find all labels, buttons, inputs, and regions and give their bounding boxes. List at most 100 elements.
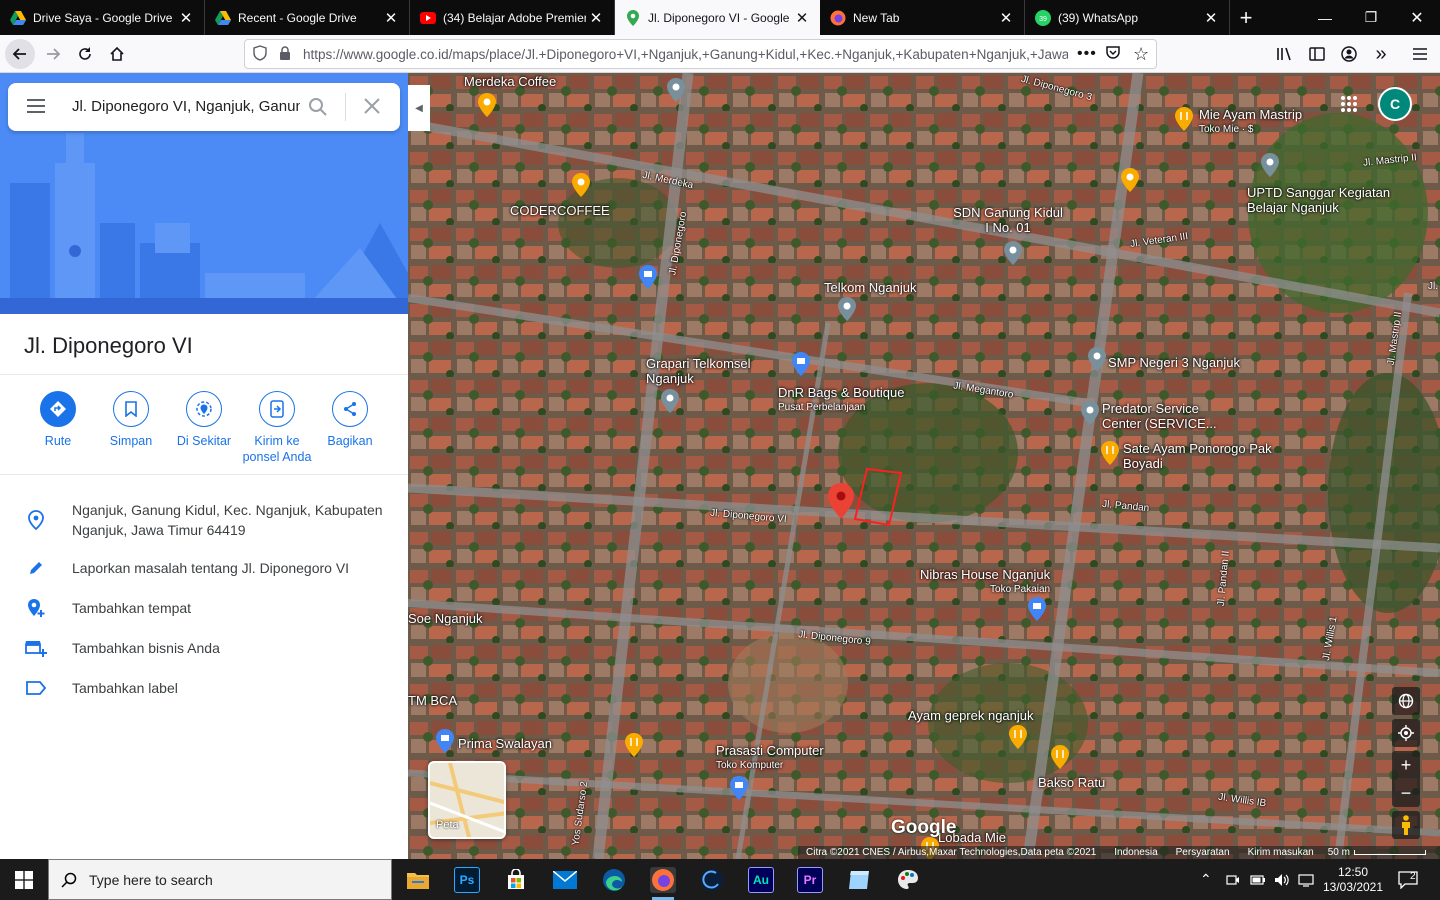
close-tab-icon[interactable]: ✕ (176, 9, 196, 27)
place-label[interactable]: Sate Ayam Ponorogo Pak Boyadi (1123, 441, 1273, 471)
pocket-icon[interactable] (1105, 45, 1121, 64)
account-icon[interactable] (1334, 39, 1364, 69)
volume-icon[interactable] (1274, 859, 1290, 900)
terms-link[interactable]: Persyaratan (1176, 847, 1230, 858)
home-button[interactable] (102, 39, 132, 69)
scale-label[interactable]: 50 m (1328, 847, 1350, 858)
file-explorer-icon[interactable] (405, 867, 431, 893)
place-label[interactable]: TM BCA (408, 693, 457, 708)
minimize-window-button[interactable]: — (1302, 0, 1348, 35)
place-label[interactable]: Prima Swalayan (458, 736, 552, 751)
school-pin-icon[interactable] (1088, 347, 1106, 371)
send-to-phone-button[interactable]: Kirim ke ponsel Anda (241, 391, 313, 465)
selected-location-marker-icon[interactable] (828, 483, 854, 519)
cafe-pin-icon[interactable] (1121, 168, 1139, 192)
shopping-pin-icon[interactable] (730, 776, 748, 800)
bookmark-star-icon[interactable]: ☆ (1133, 44, 1149, 65)
zoom-in-button[interactable]: + (1392, 751, 1420, 779)
directions-button[interactable]: Rute (22, 391, 94, 449)
close-tab-icon[interactable]: ✕ (586, 9, 606, 27)
tab-whatsapp[interactable]: 39 (39) WhatsApp ✕ (1025, 0, 1230, 35)
place-label[interactable]: Predator Service Center (SERVICE... (1102, 401, 1230, 431)
place-label[interactable]: Bakso Ratu (1038, 775, 1105, 790)
notes-icon[interactable] (846, 867, 872, 893)
place-label[interactable]: Merdeka Coffee (464, 74, 556, 89)
shield-icon[interactable] (253, 44, 267, 64)
hamburger-menu-icon[interactable] (1405, 39, 1435, 69)
forward-button[interactable] (38, 39, 68, 69)
place-pin-icon[interactable] (838, 297, 856, 321)
premiere-icon[interactable]: Pr (797, 867, 823, 893)
restaurant-pin-icon[interactable] (1009, 725, 1027, 749)
close-tab-icon[interactable]: ✕ (996, 9, 1016, 27)
place-label[interactable]: Grapari Telkomsel Nganjuk (646, 356, 766, 386)
library-icon[interactable] (1270, 39, 1300, 69)
place-label[interactable]: Ayam geprek nganjuk (908, 708, 1034, 723)
restaurant-pin-icon[interactable] (1101, 441, 1119, 465)
account-avatar[interactable]: C (1378, 87, 1412, 121)
school-pin-icon[interactable] (1261, 153, 1279, 177)
overflow-menu-icon[interactable]: » (1366, 39, 1396, 69)
battery-icon[interactable] (1250, 859, 1266, 900)
place-label[interactable]: Mie Ayam Mastrip Toko Mie · $ (1199, 107, 1302, 137)
nearby-button[interactable]: Di Sekitar (168, 391, 240, 449)
tab-recent-drive[interactable]: Recent - Google Drive ✕ (205, 0, 410, 35)
network-icon[interactable] (1298, 859, 1314, 900)
street-view-pegman-button[interactable] (1392, 811, 1420, 839)
page-actions-icon[interactable]: ••• (1077, 45, 1097, 63)
tab-youtube[interactable]: (34) Belajar Adobe Premiere ✕ (410, 0, 615, 35)
my-location-button[interactable] (1392, 719, 1420, 747)
firefox-icon[interactable] (650, 867, 676, 893)
clear-search-icon[interactable] (363, 97, 381, 120)
photoshop-icon[interactable]: Ps (454, 867, 480, 893)
tab-drive-saya[interactable]: Drive Saya - Google Drive ✕ (0, 0, 205, 35)
satellite-map[interactable]: Jl. Diponegoro 3 Jl. Merdeka Jl. Diponeg… (408, 73, 1440, 859)
start-button[interactable] (0, 859, 48, 900)
share-button[interactable]: Bagikan (314, 391, 386, 449)
mail-icon[interactable] (552, 867, 578, 893)
place-pin-icon[interactable] (1081, 401, 1099, 425)
place-pin-icon[interactable] (661, 389, 679, 413)
country-label[interactable]: Indonesia (1114, 847, 1157, 858)
back-button[interactable] (5, 39, 35, 69)
menu-icon[interactable] (26, 98, 46, 119)
shopping-pin-icon[interactable] (1028, 597, 1046, 621)
search-input[interactable]: Jl. Diponegoro VI, Nganjuk, Ganung Kidul (72, 98, 300, 115)
tab-google-maps[interactable]: Jl. Diponegoro VI - Google Maps ✕ (615, 0, 820, 35)
audition-icon[interactable]: Au (748, 867, 774, 893)
tab-new-tab[interactable]: New Tab ✕ (820, 0, 1025, 35)
meet-now-icon[interactable] (1226, 859, 1240, 900)
place-pin-icon[interactable] (667, 78, 685, 102)
reload-button[interactable] (70, 39, 100, 69)
lock-icon[interactable] (279, 45, 291, 63)
collapse-panel-button[interactable]: ◀ (408, 85, 430, 131)
cafe-pin-icon[interactable] (478, 93, 496, 117)
zoom-out-button[interactable]: − (1392, 779, 1420, 807)
taskbar-search-box[interactable]: Type here to search (48, 859, 392, 900)
shopping-pin-icon[interactable] (436, 729, 454, 753)
address-bar[interactable]: https://www.google.co.id/maps/place/Jl.+… (244, 39, 1157, 69)
restaurant-pin-icon[interactable] (1175, 107, 1193, 131)
paint-icon[interactable] (895, 867, 921, 893)
layer-switcher-button[interactable]: Peta (428, 761, 506, 839)
shopping-pin-icon[interactable] (639, 265, 657, 289)
restaurant-pin-icon[interactable] (1051, 745, 1069, 769)
place-label[interactable]: SDN Ganung Kidul I No. 01 (953, 205, 1063, 235)
place-label[interactable]: Soe Nganjuk (408, 611, 482, 626)
url-text[interactable]: https://www.google.co.id/maps/place/Jl.+… (303, 47, 1068, 62)
close-tab-icon[interactable]: ✕ (381, 9, 401, 27)
globe-view-button[interactable] (1392, 687, 1420, 715)
restore-window-button[interactable]: ❐ (1348, 0, 1394, 35)
place-label[interactable]: Prasasti Computer Toko Komputer (716, 743, 824, 773)
place-label[interactable]: CODERCOFFEE (510, 203, 610, 218)
place-label[interactable]: UPTD Sanggar Kegiatan Belajar Nganjuk (1247, 185, 1407, 215)
store-icon[interactable] (503, 867, 529, 893)
save-button[interactable]: Simpan (95, 391, 167, 449)
close-tab-icon[interactable]: ✕ (1201, 9, 1221, 27)
place-label[interactable]: SMP Negeri 3 Nganjuk (1108, 355, 1240, 370)
place-label[interactable]: DnR Bags & Boutique Pusat Perbelanjaan (778, 385, 904, 415)
sidebar-icon[interactable] (1302, 39, 1332, 69)
close-tab-icon[interactable]: ✕ (792, 9, 812, 27)
shopping-pin-icon[interactable] (792, 352, 810, 376)
place-label[interactable]: Nibras House Nganjuk Toko Pakaian (920, 567, 1050, 597)
